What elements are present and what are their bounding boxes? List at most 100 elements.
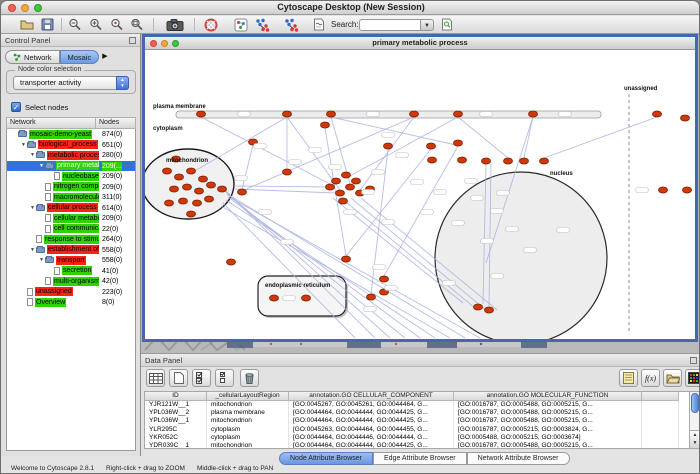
- scrollbar-thumb[interactable]: [691, 393, 699, 413]
- table-scrollbar[interactable]: ▲▼: [689, 391, 700, 449]
- network-overview-icon[interactable]: [233, 17, 249, 32]
- disclosure-triangle-icon[interactable]: ▼: [38, 257, 45, 263]
- tree-row[interactable]: mosaic-demo-yeast874(0): [7, 129, 135, 140]
- graph-edge[interactable]: [234, 186, 330, 187]
- graph-node[interactable]: [187, 168, 196, 174]
- graph-node[interactable]: [520, 158, 529, 164]
- tree-row[interactable]: Overview8(0): [7, 297, 135, 308]
- zoom-out-icon[interactable]: [67, 17, 83, 32]
- graph-node[interactable]: [352, 178, 361, 184]
- zoom-selected-icon[interactable]: [109, 17, 125, 32]
- graph-node[interactable]: [339, 198, 348, 204]
- search-input[interactable]: [359, 19, 421, 31]
- table-column-header[interactable]: annotation.GO CELLULAR_COMPONENT: [289, 392, 454, 401]
- graph-node[interactable]: [283, 169, 292, 175]
- graph-node[interactable]: [474, 304, 483, 310]
- graph-edge[interactable]: [235, 189, 336, 193]
- window-titlebar[interactable]: Cytoscape Desktop (New Session): [1, 1, 700, 15]
- tab-scroll-right-icon[interactable]: ▶: [102, 50, 107, 64]
- graph-node[interactable]: [327, 111, 336, 117]
- graph-node[interactable]: [342, 172, 351, 178]
- graph-node[interactable]: [187, 211, 196, 217]
- graph-edge[interactable]: [524, 117, 533, 158]
- graph-edge[interactable]: [242, 145, 253, 189]
- graph-edge[interactable]: [544, 117, 657, 158]
- graph-node[interactable]: [283, 111, 292, 117]
- create-view-icon[interactable]: [254, 17, 270, 32]
- disclosure-triangle-icon[interactable]: ▼: [29, 152, 36, 158]
- graph-node[interactable]: [170, 186, 179, 192]
- graph-edge[interactable]: [346, 149, 431, 256]
- snapshot-icon[interactable]: [165, 17, 185, 32]
- graph-node[interactable]: [485, 307, 494, 313]
- attribute-editor-icon[interactable]: [619, 369, 638, 387]
- table-row[interactable]: YKR052Ccytoplasm[GO:0044464, GO:0044446,…: [145, 434, 690, 442]
- graph-node[interactable]: [238, 189, 247, 195]
- new-attribute-icon[interactable]: [169, 369, 188, 387]
- network-window-titlebar[interactable]: primary metabolic process: [145, 37, 695, 50]
- select-attributes-icon[interactable]: [192, 369, 211, 387]
- graph-node[interactable]: [529, 111, 538, 117]
- attribute-table-icon[interactable]: [146, 369, 165, 387]
- graph-node[interactable]: [427, 143, 436, 149]
- graph-node[interactable]: [197, 111, 206, 117]
- table-row[interactable]: YPL036W__1mitochondrion[GO:0044464, GO:0…: [145, 417, 690, 425]
- disclosure-triangle-icon[interactable]: ▼: [29, 205, 36, 211]
- node-color-dropdown[interactable]: transporter activity ▲▼: [13, 76, 129, 90]
- tree-row[interactable]: nucleobase-209(0): [7, 171, 135, 182]
- graph-node[interactable]: [683, 187, 692, 193]
- graph-node[interactable]: [326, 184, 335, 190]
- graph-node[interactable]: [458, 157, 467, 163]
- graph-node[interactable]: [380, 276, 389, 282]
- attribute-matrix-icon[interactable]: [685, 369, 700, 387]
- graph-node[interactable]: [175, 174, 184, 180]
- graph-node[interactable]: [199, 176, 208, 182]
- graph-node[interactable]: [504, 158, 513, 164]
- nucleus-region[interactable]: [435, 172, 607, 339]
- tree-row[interactable]: nitrogen compo209(0): [7, 182, 135, 193]
- graph-node[interactable]: [321, 122, 330, 128]
- graph-node[interactable]: [227, 259, 236, 265]
- table-column-header[interactable]: [642, 392, 679, 401]
- tab-mosaic[interactable]: Mosaic: [60, 50, 100, 64]
- graph-node[interactable]: [454, 111, 463, 117]
- tab-network[interactable]: Network: [5, 50, 60, 64]
- open-icon[interactable]: [19, 17, 35, 32]
- table-row[interactable]: YLR295Ccytoplasm[GO:0045263, GO:0044464,…: [145, 426, 690, 434]
- tree-row[interactable]: cell communicat22(0): [7, 224, 135, 235]
- graph-node[interactable]: [332, 178, 341, 184]
- graph-node[interactable]: [410, 111, 419, 117]
- network-view-window[interactable]: primary metabolic process plasma membran…: [142, 34, 698, 342]
- graph-node[interactable]: [218, 186, 227, 192]
- search-dropdown-arrow[interactable]: ▼: [421, 19, 434, 31]
- graph-node[interactable]: [428, 157, 437, 163]
- graph-node[interactable]: [482, 158, 491, 164]
- search-index-icon[interactable]: [439, 17, 455, 32]
- disclosure-triangle-icon[interactable]: ▼: [29, 247, 36, 253]
- tree-row[interactable]: secretion41(0): [7, 266, 135, 277]
- graph-node[interactable]: [367, 294, 376, 300]
- graph-node[interactable]: [205, 196, 214, 202]
- zoom-in-icon[interactable]: [88, 17, 104, 32]
- tab-node-attribute-browser[interactable]: Node Attribute Browser: [279, 452, 373, 465]
- graph-node[interactable]: [207, 182, 216, 188]
- tree-row[interactable]: ▼metabolic process280(0): [7, 150, 135, 161]
- graph-node[interactable]: [302, 295, 311, 301]
- tree-row[interactable]: ▼cellular process614(0): [7, 203, 135, 214]
- delete-attribute-icon[interactable]: [240, 369, 259, 387]
- data-panel-float-icon[interactable]: [690, 357, 697, 364]
- graph-edge[interactable]: [348, 117, 458, 177]
- graph-node[interactable]: [179, 198, 188, 204]
- tree-row[interactable]: ▼primary metabo209(...: [7, 161, 135, 172]
- graph-node[interactable]: [193, 200, 202, 206]
- table-row[interactable]: YDR039C__1mitochondrion[GO:0044464, GO:0…: [145, 442, 690, 449]
- disclosure-triangle-icon[interactable]: ▼: [38, 163, 45, 169]
- graph-edge[interactable]: [458, 117, 508, 158]
- graph-node[interactable]: [183, 184, 192, 190]
- scrollbar-arrows[interactable]: ▲▼: [690, 430, 700, 448]
- annotation-icon[interactable]: [311, 17, 327, 32]
- graph-node[interactable]: [270, 295, 279, 301]
- function-builder-icon[interactable]: f(x): [641, 369, 660, 387]
- graph-node[interactable]: [163, 168, 172, 174]
- table-column-header[interactable]: _cellularLayoutRegion: [207, 392, 289, 401]
